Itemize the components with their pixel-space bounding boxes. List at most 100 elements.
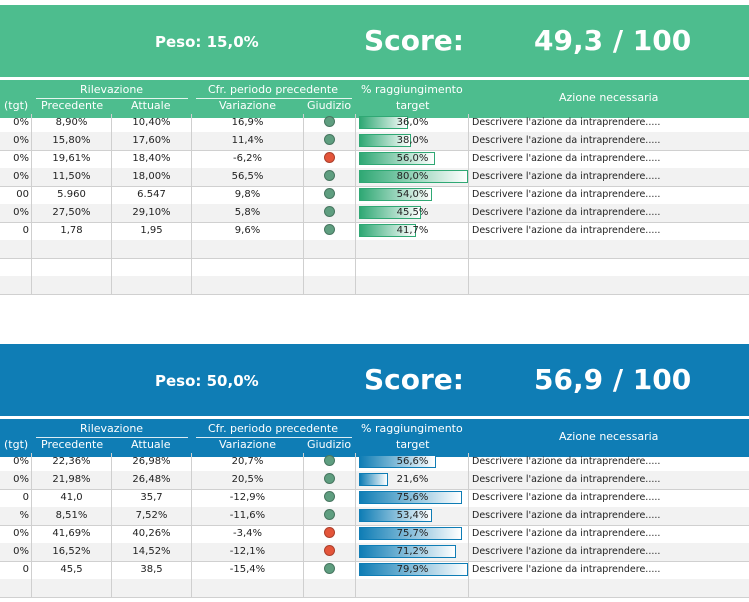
azione-cell[interactable]	[468, 258, 749, 276]
raggiungimento-cell[interactable]: 38,0%	[355, 132, 468, 150]
attuale-cell[interactable]: 35,7	[111, 489, 191, 507]
giudizio-cell[interactable]	[303, 561, 355, 579]
target-cell[interactable]	[0, 258, 31, 276]
raggiungimento-cell[interactable]	[355, 240, 468, 258]
precedente-cell[interactable]: 21,98%	[31, 471, 111, 489]
variazione-cell[interactable]	[191, 276, 303, 294]
target-cell[interactable]: 0%	[0, 453, 31, 471]
attuale-cell[interactable]: 14,52%	[111, 543, 191, 561]
target-cell[interactable]	[0, 240, 31, 258]
attuale-cell[interactable]	[111, 258, 191, 276]
variazione-cell[interactable]	[191, 579, 303, 597]
precedente-cell[interactable]: 41,69%	[31, 525, 111, 543]
target-cell[interactable]: 0%	[0, 114, 31, 132]
variazione-cell[interactable]: 20,5%	[191, 471, 303, 489]
azione-cell[interactable]: Descrivere l'azione da intraprendere....…	[468, 561, 749, 579]
raggiungimento-cell[interactable]: 80,0%	[355, 168, 468, 186]
attuale-cell[interactable]: 7,52%	[111, 507, 191, 525]
raggiungimento-cell[interactable]	[355, 276, 468, 294]
azione-cell[interactable]: Descrivere l'azione da intraprendere....…	[468, 114, 749, 132]
raggiungimento-cell[interactable]: 79,9%	[355, 561, 468, 579]
precedente-cell[interactable]: 15,80%	[31, 132, 111, 150]
giudizio-cell[interactable]	[303, 489, 355, 507]
giudizio-cell[interactable]	[303, 579, 355, 597]
variazione-cell[interactable]: 20,7%	[191, 453, 303, 471]
giudizio-cell[interactable]	[303, 258, 355, 276]
giudizio-cell[interactable]	[303, 525, 355, 543]
precedente-cell[interactable]: 27,50%	[31, 204, 111, 222]
attuale-cell[interactable]	[111, 240, 191, 258]
attuale-cell[interactable]: 1,95	[111, 222, 191, 240]
raggiungimento-cell[interactable]: 56,6%	[355, 453, 468, 471]
variazione-cell[interactable]: 9,6%	[191, 222, 303, 240]
precedente-cell[interactable]: 1,78	[31, 222, 111, 240]
variazione-cell[interactable]: 56,5%	[191, 168, 303, 186]
attuale-cell[interactable]	[111, 579, 191, 597]
azione-cell[interactable]: Descrivere l'azione da intraprendere....…	[468, 150, 749, 168]
target-cell[interactable]	[0, 579, 31, 597]
target-cell[interactable]: 0	[0, 561, 31, 579]
attuale-cell[interactable]: 38,5	[111, 561, 191, 579]
giudizio-cell[interactable]	[303, 132, 355, 150]
attuale-cell[interactable]: 26,48%	[111, 471, 191, 489]
azione-cell[interactable]: Descrivere l'azione da intraprendere....…	[468, 489, 749, 507]
raggiungimento-cell[interactable]	[355, 579, 468, 597]
target-cell[interactable]: 0	[0, 222, 31, 240]
attuale-cell[interactable]: 29,10%	[111, 204, 191, 222]
precedente-cell[interactable]: 19,61%	[31, 150, 111, 168]
precedente-cell[interactable]	[31, 579, 111, 597]
attuale-cell[interactable]	[111, 276, 191, 294]
azione-cell[interactable]: Descrivere l'azione da intraprendere....…	[468, 168, 749, 186]
target-cell[interactable]	[0, 276, 31, 294]
giudizio-cell[interactable]	[303, 114, 355, 132]
target-cell[interactable]: 0%	[0, 543, 31, 561]
giudizio-cell[interactable]	[303, 186, 355, 204]
target-cell[interactable]: %	[0, 507, 31, 525]
giudizio-cell[interactable]	[303, 507, 355, 525]
azione-cell[interactable]: Descrivere l'azione da intraprendere....…	[468, 222, 749, 240]
raggiungimento-cell[interactable]: 53,4%	[355, 507, 468, 525]
giudizio-cell[interactable]	[303, 543, 355, 561]
giudizio-cell[interactable]	[303, 222, 355, 240]
target-cell[interactable]: 0%	[0, 132, 31, 150]
variazione-cell[interactable]: -6,2%	[191, 150, 303, 168]
precedente-cell[interactable]	[31, 276, 111, 294]
raggiungimento-cell[interactable]: 56,0%	[355, 150, 468, 168]
precedente-cell[interactable]: 11,50%	[31, 168, 111, 186]
raggiungimento-cell[interactable]: 45,5%	[355, 204, 468, 222]
azione-cell[interactable]: Descrivere l'azione da intraprendere....…	[468, 453, 749, 471]
precedente-cell[interactable]: 45,5	[31, 561, 111, 579]
attuale-cell[interactable]: 40,26%	[111, 525, 191, 543]
precedente-cell[interactable]: 8,51%	[31, 507, 111, 525]
variazione-cell[interactable]: -3,4%	[191, 525, 303, 543]
azione-cell[interactable]: Descrivere l'azione da intraprendere....…	[468, 543, 749, 561]
precedente-cell[interactable]: 41,0	[31, 489, 111, 507]
precedente-cell[interactable]	[31, 258, 111, 276]
raggiungimento-cell[interactable]: 21,6%	[355, 471, 468, 489]
giudizio-cell[interactable]	[303, 453, 355, 471]
variazione-cell[interactable]: -11,6%	[191, 507, 303, 525]
raggiungimento-cell[interactable]: 75,6%	[355, 489, 468, 507]
target-cell[interactable]: 0%	[0, 168, 31, 186]
precedente-cell[interactable]: 5.960	[31, 186, 111, 204]
target-cell[interactable]: 0%	[0, 471, 31, 489]
target-cell[interactable]: 00	[0, 186, 31, 204]
giudizio-cell[interactable]	[303, 276, 355, 294]
azione-cell[interactable]	[468, 240, 749, 258]
variazione-cell[interactable]: -12,1%	[191, 543, 303, 561]
target-cell[interactable]: 0%	[0, 204, 31, 222]
target-cell[interactable]: 0%	[0, 525, 31, 543]
azione-cell[interactable]	[468, 276, 749, 294]
azione-cell[interactable]	[468, 579, 749, 597]
attuale-cell[interactable]: 18,40%	[111, 150, 191, 168]
target-cell[interactable]: 0%	[0, 150, 31, 168]
precedente-cell[interactable]	[31, 240, 111, 258]
giudizio-cell[interactable]	[303, 150, 355, 168]
giudizio-cell[interactable]	[303, 471, 355, 489]
variazione-cell[interactable]: -15,4%	[191, 561, 303, 579]
azione-cell[interactable]: Descrivere l'azione da intraprendere....…	[468, 132, 749, 150]
azione-cell[interactable]: Descrivere l'azione da intraprendere....…	[468, 186, 749, 204]
attuale-cell[interactable]: 17,60%	[111, 132, 191, 150]
azione-cell[interactable]: Descrivere l'azione da intraprendere....…	[468, 471, 749, 489]
giudizio-cell[interactable]	[303, 204, 355, 222]
